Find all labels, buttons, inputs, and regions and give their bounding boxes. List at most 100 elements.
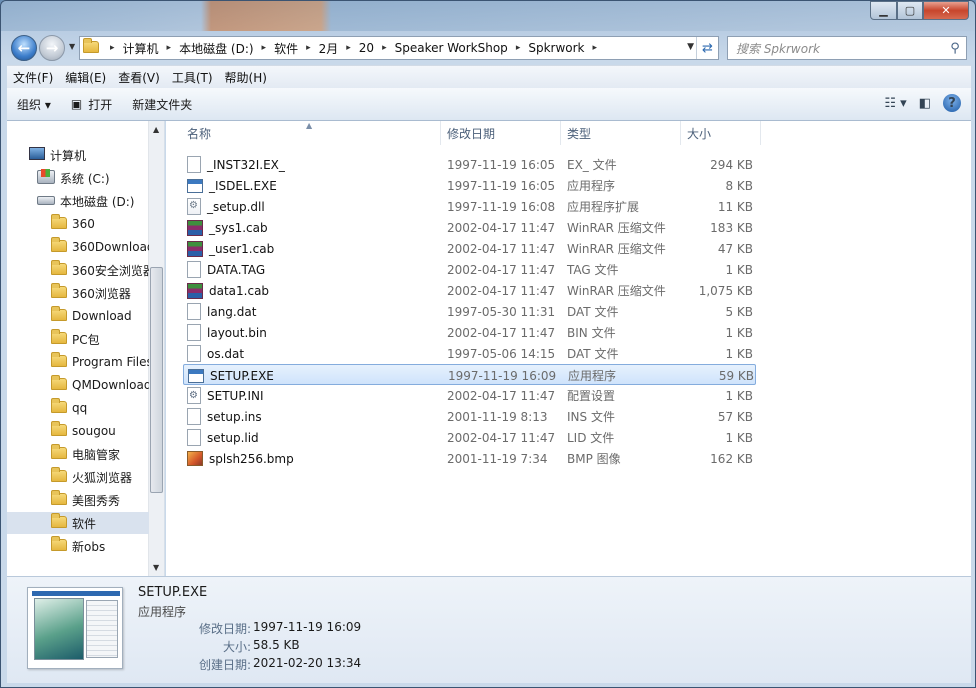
scroll-down-icon[interactable]: ▼ <box>153 563 159 572</box>
file-date-cell: 2001-11-19 7:34 <box>447 448 548 469</box>
breadcrumb-item[interactable]: 本地磁盘 (D:) <box>179 40 253 57</box>
nav-item[interactable]: 360Download <box>7 236 149 258</box>
file-row[interactable]: DATA.TAG 2002-04-17 11:47 TAG 文件 1 KB <box>183 259 756 280</box>
breadcrumb-item[interactable]: 2月 <box>319 40 339 57</box>
file-date-cell: 1997-05-30 11:31 <box>447 301 555 322</box>
file-name-text: _sys1.cab <box>209 220 268 235</box>
nav-item[interactable]: Program Files <box>7 351 149 373</box>
nav-item[interactable]: 美图秀秀 <box>7 489 149 511</box>
file-row[interactable]: SETUP.EXE 1997-11-19 16:09 应用程序 59 KB <box>183 364 756 385</box>
breadcrumb-separator-icon[interactable]: ▸ <box>110 43 115 53</box>
address-bar[interactable]: ▸ 计算机 ▸ 本地磁盘 (D:) ▸ 软件 ▸ 2月 ▸ 20 ▸ Speaker WorkShop… <box>79 36 719 60</box>
menu-item[interactable]: 工具(T) <box>166 69 219 86</box>
file-icon <box>187 156 201 173</box>
file-name-cell: _setup.dll <box>187 196 265 217</box>
file-row[interactable]: _ISDEL.EXE 1997-11-19 16:05 应用程序 8 KB <box>183 175 756 196</box>
breadcrumb-item[interactable]: Speaker WorkShop <box>395 41 508 55</box>
file-row[interactable]: setup.ins 2001-11-19 8:13 INS 文件 57 KB <box>183 406 756 427</box>
scroll-thumb[interactable] <box>150 267 163 493</box>
details-modified-row: 修改日期: 1997-11-19 16:09 <box>138 620 438 638</box>
details-file-type: 应用程序 <box>138 605 187 619</box>
menu-item[interactable]: 编辑(E) <box>59 69 112 86</box>
file-row[interactable]: _INST32I.EX_ 1997-11-19 16:05 EX_ 文件 294 KB <box>183 154 756 175</box>
file-name-cell: os.dat <box>187 343 244 364</box>
file-row[interactable]: layout.bin 2002-04-17 11:47 BIN 文件 1 KB <box>183 322 756 343</box>
minimize-button[interactable]: ▁ <box>870 1 897 20</box>
file-row[interactable]: _sys1.cab 2002-04-17 11:47 WinRAR 压缩文件 183 … <box>183 217 756 238</box>
recent-pages-dropdown[interactable]: ▼ <box>69 42 75 51</box>
nav-scrollbar[interactable]: ▲ ▼ <box>148 121 164 576</box>
nav-item[interactable]: 火狐浏览器 <box>7 466 149 488</box>
maximize-button[interactable]: ▢ <box>897 1 923 20</box>
file-row[interactable]: data1.cab 2002-04-17 11:47 WinRAR 压缩文件 1,07… <box>183 280 756 301</box>
file-row[interactable]: os.dat 1997-05-06 14:15 DAT 文件 1 KB <box>183 343 756 364</box>
help-icon[interactable]: ? <box>943 94 961 112</box>
organize-button[interactable]: 组织 ▾ <box>7 88 61 120</box>
winrar-icon <box>187 219 203 236</box>
nav-item[interactable]: qq <box>7 397 149 419</box>
nav-item[interactable]: 计算机 <box>7 144 149 166</box>
nav-item[interactable]: 360 <box>7 213 149 235</box>
breadcrumb-item[interactable]: Spkrwork <box>528 41 584 55</box>
breadcrumb-separator-icon[interactable]: ▸ <box>593 43 598 53</box>
file-type-text: WinRAR 压缩文件 <box>567 221 666 235</box>
nav-item-label: 美图秀秀 <box>72 493 121 508</box>
column-size[interactable]: 大小 <box>681 121 761 145</box>
folder-icon <box>51 259 67 278</box>
nav-item[interactable]: 电脑管家 <box>7 443 149 465</box>
new-folder-button[interactable]: 新建文件夹 <box>122 88 202 120</box>
search-box[interactable]: 搜索 Spkrwork ⚲ <box>727 36 967 60</box>
close-button[interactable]: ✕ <box>923 1 969 20</box>
navigation-pane: ▲ ▼ 计算机 系统 (C:) 本地磁盘 (D:) 360 360Download 360… <box>7 121 165 576</box>
nav-item[interactable]: 新obs <box>7 535 149 557</box>
nav-item[interactable]: QMDownload <box>7 374 149 396</box>
menu-item[interactable]: 查看(V) <box>112 69 166 86</box>
view-options-icon[interactable]: ☷ ▾ <box>884 96 906 111</box>
nav-item[interactable]: 软件 <box>7 512 149 534</box>
nav-item[interactable]: 360安全浏览器 <box>7 259 149 281</box>
file-row[interactable]: splsh256.bmp 2001-11-19 7:34 BMP 图像 162 KB <box>183 448 756 469</box>
file-row[interactable]: _setup.dll 1997-11-19 16:08 应用程序扩展 11 KB <box>183 196 756 217</box>
forward-button[interactable]: → <box>39 35 65 61</box>
column-type[interactable]: 类型 <box>561 121 681 145</box>
menu-item[interactable]: 文件(F) <box>7 69 59 86</box>
folder-icon <box>51 282 67 301</box>
breadcrumb-separator-icon[interactable]: ▸ <box>346 43 351 53</box>
file-date-text: 2002-04-17 11:47 <box>447 325 556 340</box>
created-value: 2021-02-20 13:34 <box>253 656 362 670</box>
nav-item[interactable]: 本地磁盘 (D:) <box>7 190 149 212</box>
breadcrumb-separator-icon[interactable]: ▸ <box>306 43 311 53</box>
nav-item[interactable]: Download <box>7 305 149 327</box>
breadcrumb-separator-icon[interactable]: ▸ <box>262 43 267 53</box>
open-button[interactable]: ▣ 打开 <box>61 88 122 120</box>
file-row[interactable]: setup.lid 2002-04-17 11:47 LID 文件 1 KB <box>183 427 756 448</box>
breadcrumb-separator-icon[interactable]: ▸ <box>516 43 521 53</box>
file-row[interactable]: SETUP.INI 2002-04-17 11:47 配置设置 1 KB <box>183 385 756 406</box>
file-type-text: WinRAR 压缩文件 <box>567 242 666 256</box>
nav-item[interactable]: PC包 <box>7 328 149 350</box>
address-dropdown-icon[interactable]: ▼ <box>687 42 694 52</box>
refresh-icon[interactable]: ⇄ <box>696 37 718 59</box>
file-row[interactable]: lang.dat 1997-05-30 11:31 DAT 文件 5 KB <box>183 301 756 322</box>
breadcrumb-item[interactable]: 软件 <box>274 40 298 57</box>
details-file-name: SETUP.EXE <box>138 585 208 600</box>
breadcrumb-separator-icon[interactable]: ▸ <box>382 43 387 53</box>
search-icon[interactable]: ⚲ <box>944 41 966 56</box>
file-name-cell: SETUP.EXE <box>188 365 274 386</box>
file-type-cell: WinRAR 压缩文件 <box>567 238 666 259</box>
back-button[interactable]: ← <box>11 35 37 61</box>
bmp-icon <box>187 451 203 466</box>
scroll-up-icon[interactable]: ▲ <box>153 125 159 134</box>
breadcrumb-separator-icon[interactable]: ▸ <box>167 43 172 53</box>
preview-pane-icon[interactable]: ◧ <box>919 96 931 111</box>
column-date[interactable]: 修改日期 <box>441 121 561 145</box>
menu-item[interactable]: 帮助(H) <box>219 69 273 86</box>
file-thumbnail <box>27 587 123 669</box>
file-row[interactable]: _user1.cab 2002-04-17 11:47 WinRAR 压缩文件 47 … <box>183 238 756 259</box>
breadcrumb-item[interactable]: 20 <box>359 41 374 55</box>
search-input[interactable]: 搜索 Spkrwork <box>728 40 944 57</box>
nav-item[interactable]: 系统 (C:) <box>7 167 149 189</box>
nav-item[interactable]: sougou <box>7 420 149 442</box>
nav-item[interactable]: 360浏览器 <box>7 282 149 304</box>
breadcrumb-item[interactable]: 计算机 <box>123 40 159 57</box>
